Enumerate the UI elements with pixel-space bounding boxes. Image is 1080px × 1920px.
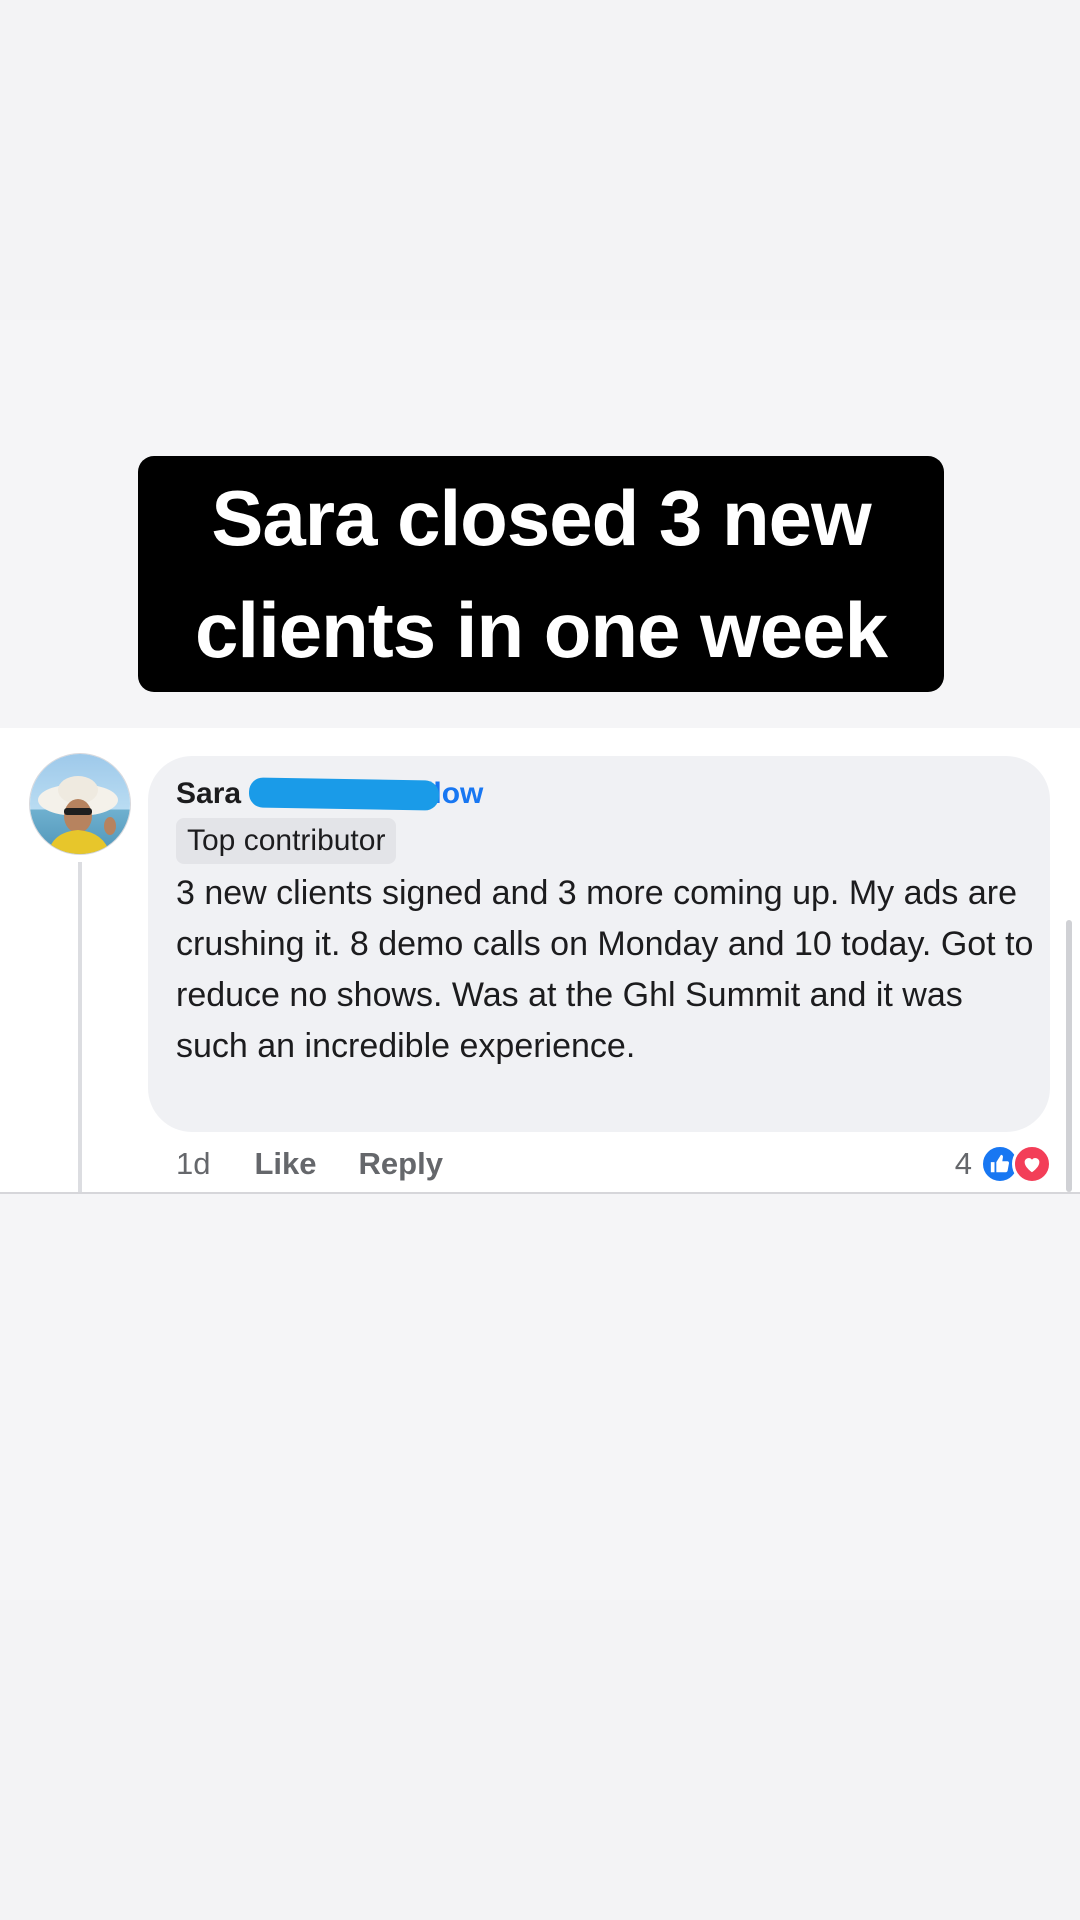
avatar-photo xyxy=(38,776,118,854)
comment-text: 3 new clients signed and 3 more coming u… xyxy=(176,874,1034,1065)
like-button[interactable]: Like xyxy=(254,1146,316,1182)
top-contributor-badge: Top contributor xyxy=(176,818,397,864)
reply-button[interactable]: Reply xyxy=(359,1146,443,1182)
headline-overlay: Sara closed 3 new clients in one week xyxy=(138,456,944,692)
background-band-bottom xyxy=(0,1600,1080,1920)
background-band-top xyxy=(0,0,1080,320)
love-icon xyxy=(1012,1144,1052,1184)
thread-line xyxy=(78,862,82,1192)
heart-icon xyxy=(1024,1158,1040,1173)
reaction-count: 4 xyxy=(954,1146,972,1181)
headline-text: Sara closed 3 new clients in one week xyxy=(195,474,888,674)
author-name[interactable]: Sara xyxy=(176,777,241,811)
scroll-indicator[interactable] xyxy=(1066,920,1072,1192)
redaction-mark xyxy=(248,777,440,811)
comment-actions: 1d Like Reply xyxy=(176,1142,485,1186)
thumbs-up-icon xyxy=(990,1154,1010,1173)
reactions-summary[interactable]: 4 xyxy=(955,1142,1052,1186)
author-row: Sara llow xyxy=(176,772,483,816)
comment-timestamp[interactable]: 1d xyxy=(176,1146,210,1182)
avatar[interactable] xyxy=(30,754,130,854)
